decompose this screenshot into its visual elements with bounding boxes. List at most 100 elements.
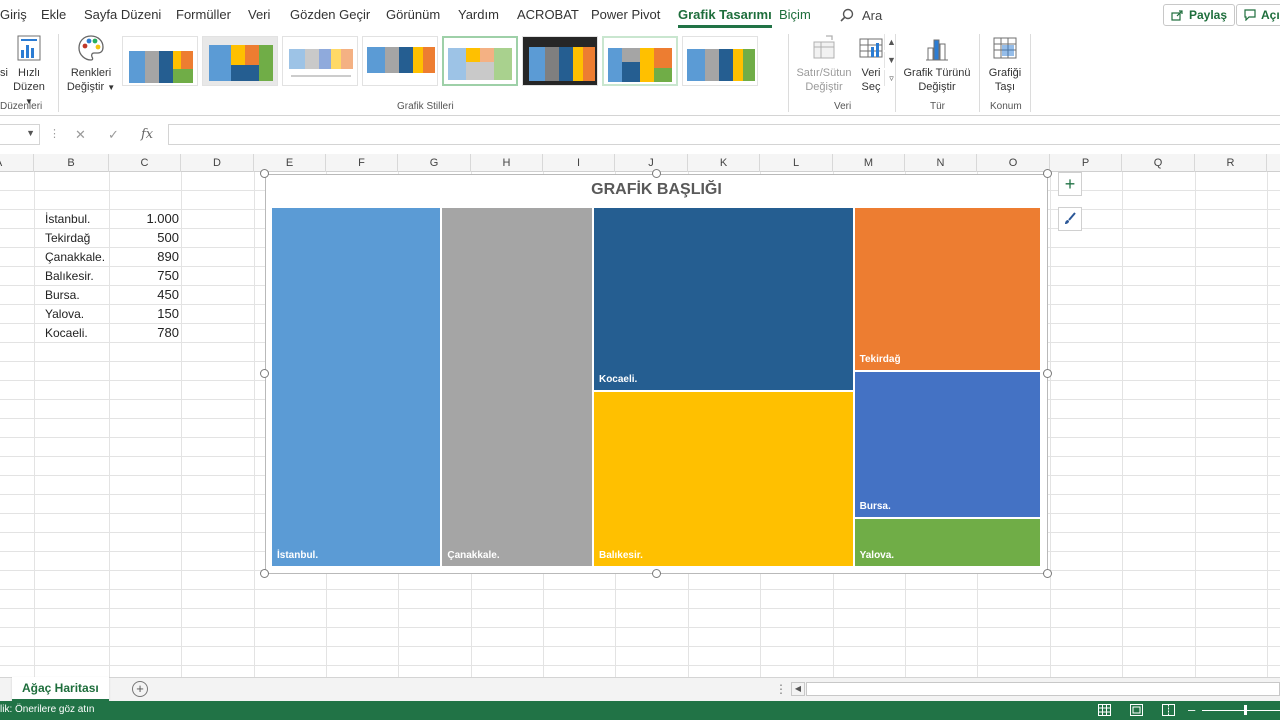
resize-handle-top-left[interactable] bbox=[260, 169, 269, 178]
column-header-f[interactable]: F bbox=[326, 154, 398, 172]
treemap-chart[interactable]: GRAFİK BAŞLIĞI İstanbul. Çanakkale. Kocael… bbox=[265, 174, 1048, 574]
add-sheet-button[interactable]: + bbox=[132, 681, 148, 697]
cell-value[interactable]: 780 bbox=[110, 325, 179, 340]
column-header-h[interactable]: H bbox=[471, 154, 543, 172]
cell-value[interactable]: 750 bbox=[110, 268, 179, 283]
column-header-r[interactable]: R bbox=[1195, 154, 1267, 172]
search-box[interactable]: Ara bbox=[840, 5, 882, 25]
cell-city[interactable]: Bursa. bbox=[45, 288, 80, 302]
confirm-icon[interactable]: ✓ bbox=[108, 127, 119, 143]
change-chart-type-icon bbox=[922, 32, 952, 64]
tab-formulas[interactable]: Formüller bbox=[176, 7, 231, 22]
cell-value[interactable]: 150 bbox=[110, 306, 179, 321]
tab-insert[interactable]: Ekle bbox=[41, 7, 66, 22]
column-header-q[interactable]: Q bbox=[1122, 154, 1195, 172]
select-data-label-1: Veri bbox=[861, 67, 881, 79]
quick-layout-button[interactable]: Hızlı Düzen ▼ bbox=[10, 32, 48, 109]
page-layout-view-icon[interactable] bbox=[1130, 704, 1143, 716]
chart-style-5[interactable] bbox=[442, 36, 518, 86]
chart-styles-button[interactable] bbox=[1058, 207, 1082, 231]
zoom-slider[interactable] bbox=[1202, 710, 1280, 711]
change-colors-button[interactable]: Renkleri Değiştir ▼ bbox=[64, 32, 118, 95]
column-header-p[interactable]: P bbox=[1050, 154, 1122, 172]
name-box[interactable]: ▼ bbox=[0, 124, 40, 145]
tab-format[interactable]: Biçim bbox=[779, 7, 811, 22]
column-header-i[interactable]: I bbox=[543, 154, 615, 172]
scroll-left-button[interactable]: ◀ bbox=[791, 682, 805, 696]
column-header-l[interactable]: L bbox=[760, 154, 833, 172]
plot-area[interactable]: İstanbul. Çanakkale. Kocaeli. Balıkesir. Tek… bbox=[271, 207, 1041, 567]
treemap-tile[interactable]: Tekirdağ bbox=[853, 207, 1041, 371]
comments-button[interactable]: Açık bbox=[1236, 4, 1280, 26]
tab-power-pivot[interactable]: Power Pivot bbox=[591, 7, 660, 22]
resize-handle-top-right[interactable] bbox=[1043, 169, 1052, 178]
zoom-out-icon[interactable]: – bbox=[1188, 702, 1195, 717]
resize-handle-bottom-left[interactable] bbox=[260, 569, 269, 578]
column-header-a[interactable]: A bbox=[0, 154, 34, 172]
normal-view-icon[interactable] bbox=[1098, 704, 1111, 716]
column-header-b[interactable]: B bbox=[34, 154, 109, 172]
tab-chart-design[interactable]: Grafik Tasarımı bbox=[678, 7, 772, 28]
cell-value[interactable]: 890 bbox=[110, 249, 179, 264]
resize-handle-bottom[interactable] bbox=[652, 569, 661, 578]
horizontal-scrollbar[interactable] bbox=[806, 682, 1280, 696]
share-button[interactable]: Paylaş bbox=[1163, 4, 1236, 26]
column-header-j[interactable]: J bbox=[615, 154, 688, 172]
formula-input[interactable] bbox=[168, 124, 1280, 145]
chart-title[interactable]: GRAFİK BAŞLIĞI bbox=[266, 181, 1047, 199]
partial-button-label[interactable]: si bbox=[0, 66, 8, 80]
chart-elements-button[interactable]: + bbox=[1058, 172, 1082, 196]
treemap-tile[interactable]: Bursa. bbox=[853, 370, 1041, 518]
zoom-slider-thumb[interactable] bbox=[1244, 705, 1247, 715]
column-header-k[interactable]: K bbox=[688, 154, 760, 172]
resize-handle-top[interactable] bbox=[652, 169, 661, 178]
chart-style-2[interactable] bbox=[202, 36, 278, 86]
chart-style-7[interactable] bbox=[602, 36, 678, 86]
column-header-m[interactable]: M bbox=[833, 154, 905, 172]
resize-handle-left[interactable] bbox=[260, 369, 269, 378]
cell-value[interactable]: 500 bbox=[110, 230, 179, 245]
cell-value[interactable]: 1.000 bbox=[110, 211, 179, 226]
tab-help[interactable]: Yardım bbox=[458, 7, 499, 22]
cell-city[interactable]: Yalova. bbox=[45, 307, 84, 321]
chart-style-8[interactable] bbox=[682, 36, 758, 86]
column-header-n[interactable]: N bbox=[905, 154, 977, 172]
tab-view[interactable]: Görünüm bbox=[386, 7, 440, 22]
column-header-o[interactable]: O bbox=[977, 154, 1050, 172]
select-data-button[interactable]: Veri Seç bbox=[855, 32, 887, 94]
column-header-g[interactable]: G bbox=[398, 154, 471, 172]
chart-style-1[interactable] bbox=[122, 36, 198, 86]
sheet-tab-active[interactable]: Ağaç Haritası bbox=[12, 677, 109, 701]
more-options-icon[interactable]: ⋮ bbox=[49, 127, 60, 140]
insert-function-button[interactable]: fx bbox=[141, 127, 153, 142]
cell-city[interactable]: Balıkesir. bbox=[45, 269, 94, 283]
treemap-tile[interactable]: Kocaeli. bbox=[592, 207, 854, 391]
cell-city[interactable]: Tekirdağ bbox=[45, 231, 90, 245]
chart-style-3[interactable] bbox=[282, 36, 358, 86]
resize-handle-bottom-right[interactable] bbox=[1043, 569, 1052, 578]
tab-page-layout[interactable]: Sayfa Düzeni bbox=[84, 7, 161, 22]
cancel-icon[interactable]: ✕ bbox=[75, 127, 86, 143]
switch-row-column-button[interactable]: Satır/Sütun Değiştir bbox=[795, 32, 853, 94]
cell-value[interactable]: 450 bbox=[110, 287, 179, 302]
treemap-tile[interactable]: Balıkesir. bbox=[592, 390, 854, 567]
page-break-view-icon[interactable] bbox=[1162, 704, 1175, 716]
tab-review[interactable]: Gözden Geçir bbox=[290, 7, 370, 22]
treemap-tile[interactable]: İstanbul. bbox=[271, 207, 442, 567]
cell-city[interactable]: İstanbul. bbox=[45, 212, 90, 226]
chart-style-6[interactable] bbox=[522, 36, 598, 86]
treemap-tile[interactable]: Yalova. bbox=[853, 517, 1041, 567]
tab-home[interactable]: Giriş bbox=[0, 7, 27, 22]
move-chart-button[interactable]: Grafiği Taşı bbox=[984, 32, 1026, 94]
tab-acrobat[interactable]: ACROBAT bbox=[517, 7, 579, 22]
cell-city[interactable]: Çanakkale. bbox=[45, 250, 105, 264]
treemap-tile[interactable]: Çanakkale. bbox=[441, 207, 593, 567]
column-header-c[interactable]: C bbox=[109, 154, 181, 172]
tab-data[interactable]: Veri bbox=[248, 7, 270, 22]
change-chart-type-button[interactable]: Grafik Türünü Değiştir bbox=[902, 32, 972, 94]
column-header-d[interactable]: D bbox=[181, 154, 254, 172]
cell-city[interactable]: Kocaeli. bbox=[45, 326, 88, 340]
more-options-icon[interactable]: ⋮ bbox=[775, 682, 787, 696]
chart-style-4[interactable] bbox=[362, 36, 438, 86]
resize-handle-right[interactable] bbox=[1043, 369, 1052, 378]
